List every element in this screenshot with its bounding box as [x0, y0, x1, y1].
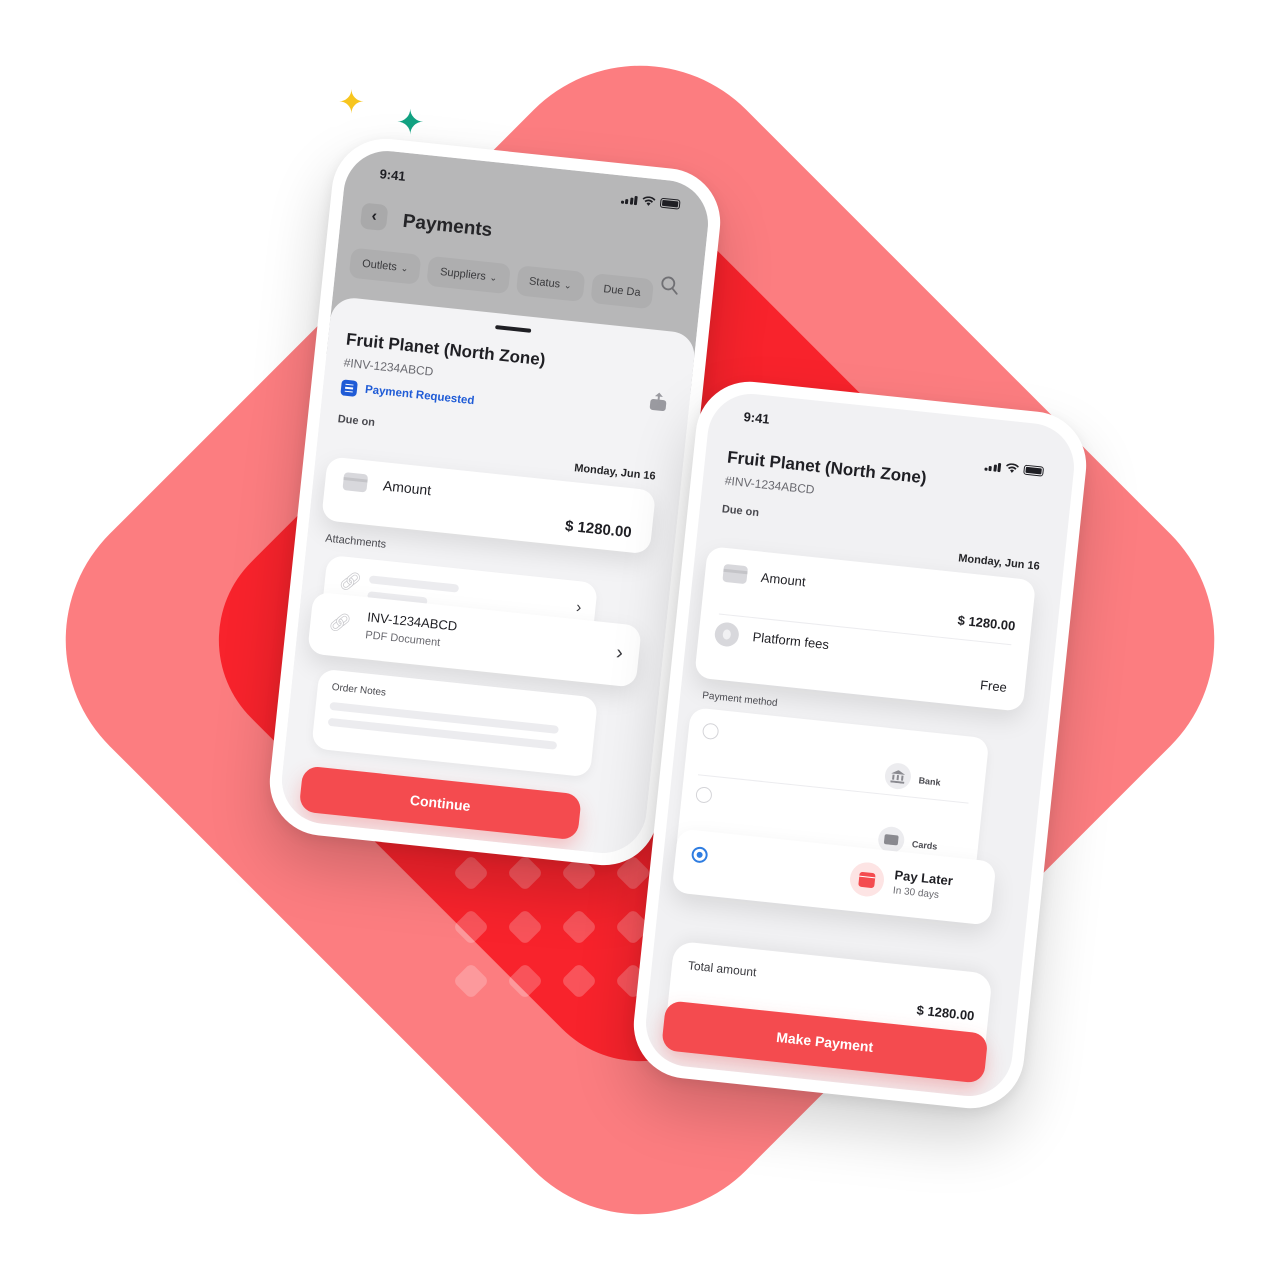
- continue-button[interactable]: Continue: [298, 765, 582, 841]
- status-icons: [620, 194, 681, 210]
- payment-option-cards[interactable]: Cards: [691, 707, 989, 855]
- attachments-label: Attachments: [324, 532, 387, 551]
- filter-status[interactable]: Status ⌄: [515, 265, 586, 302]
- chevron-down-icon: ⌄: [489, 272, 498, 283]
- payment-status-badge: Payment Requested: [340, 379, 475, 409]
- bank-icon: [883, 761, 913, 791]
- document-icon: [340, 379, 358, 397]
- filter-chips: Outlets ⌄ Suppliers ⌄ Status ⌄ Due Da: [348, 247, 654, 310]
- search-icon[interactable]: [659, 274, 681, 296]
- bank-label: Bank: [918, 775, 942, 788]
- payment-detail-screen: 9:41 ‹ Payments Outlets ⌄ Suppliers ⌄ Stat…: [277, 146, 713, 858]
- teal-sparkle-icon: ✦: [396, 103, 425, 143]
- card-icon: [342, 472, 369, 493]
- sheet-drag-handle[interactable]: [495, 325, 532, 333]
- status-icons: [983, 460, 1045, 477]
- amount-summary-card: Amount $ 1280.00 Platform fees Free: [694, 546, 1037, 712]
- filter-suppliers[interactable]: Suppliers ⌄: [426, 255, 511, 295]
- wifi-icon: [642, 196, 656, 206]
- signal-icon: [620, 195, 638, 206]
- chevron-down-icon: ⌄: [563, 280, 573, 291]
- amount-label: Amount: [382, 477, 432, 499]
- due-date: Monday, Jun 16: [957, 552, 1041, 573]
- paperclip-icon: 🔗︎: [327, 611, 353, 634]
- filter-outlets[interactable]: Outlets ⌄: [348, 247, 422, 285]
- pay-later-radio[interactable]: [690, 846, 709, 864]
- amount-label: Amount: [760, 569, 807, 590]
- due-on-label: Due on: [337, 413, 376, 429]
- chevron-right-icon: ›: [615, 641, 625, 665]
- paperclip-icon: 🔗︎: [337, 570, 363, 593]
- total-amount-value: $ 1280.00: [915, 1002, 976, 1024]
- status-time: 9:41: [378, 166, 407, 184]
- fees-icon: [713, 621, 741, 648]
- invoice-bottom-sheet: Fruit Planet (North Zone) #INV-1234ABCD …: [277, 295, 697, 858]
- invoice-id: #INV-1234ABCD: [724, 473, 816, 497]
- chevron-right-icon: ›: [575, 599, 583, 617]
- calendar-icon: [848, 860, 886, 899]
- filter-due-date[interactable]: Due Da: [589, 272, 654, 310]
- yellow-sparkle-icon: ✦: [338, 83, 365, 121]
- chevron-down-icon: ⌄: [400, 262, 409, 274]
- attachment-type: PDF Document: [364, 629, 441, 650]
- make-payment-screen: 9:41 Fruit Planet (North Zone) #INV-1234…: [641, 389, 1079, 1101]
- wifi-icon: [1006, 463, 1019, 473]
- payment-detail-phone: 9:41 ‹ Payments Outlets ⌄ Suppliers ⌄ Stat…: [264, 133, 726, 871]
- make-payment-phone: 9:41 Fruit Planet (North Zone) #INV-1234…: [628, 376, 1092, 1114]
- amount-value: $ 1280.00: [956, 612, 1017, 634]
- status-time: 9:41: [742, 409, 771, 427]
- cards-label: Cards: [911, 838, 938, 852]
- order-notes-field[interactable]: Order Notes: [311, 668, 599, 778]
- amount-value: $ 1280.00: [564, 517, 633, 542]
- payment-status-text: Payment Requested: [364, 383, 475, 408]
- battery-icon: [659, 197, 681, 210]
- payment-option-bank[interactable]: Bank: [691, 707, 989, 791]
- pay-later-sub: In 30 days: [892, 885, 940, 902]
- battery-icon: [1023, 464, 1045, 477]
- bank-radio[interactable]: [701, 722, 720, 741]
- total-amount-label: Total amount: [687, 958, 758, 980]
- cards-radio[interactable]: [695, 786, 713, 804]
- card-icon: [722, 563, 749, 585]
- due-date: Monday, Jun 16: [573, 462, 657, 483]
- share-icon[interactable]: [646, 389, 670, 413]
- order-notes-label: Order Notes: [331, 681, 387, 699]
- platform-fees-label: Platform fees: [751, 629, 830, 653]
- payment-method-label: Payment method: [701, 690, 779, 710]
- page-title: Payments: [401, 210, 494, 242]
- back-button[interactable]: ‹: [359, 202, 389, 232]
- platform-fees-value: Free: [979, 677, 1008, 695]
- invoice-id: #INV-1234ABCD: [343, 355, 435, 379]
- due-on-label: Due on: [721, 503, 760, 520]
- signal-icon: [983, 461, 1002, 473]
